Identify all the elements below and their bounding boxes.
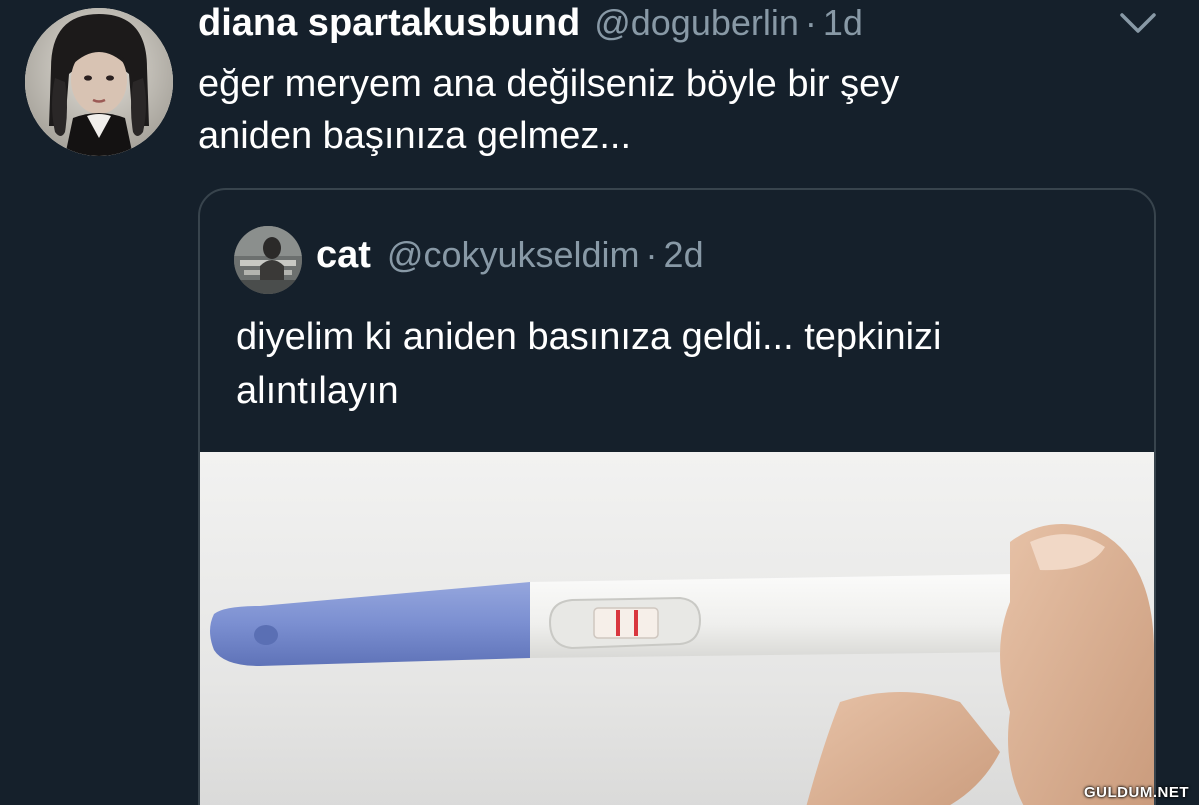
quoted-text-line: alıntılayın: [236, 370, 399, 412]
quoted-user-handle[interactable]: @cokyukseldim: [387, 234, 640, 276]
user-avatar[interactable]: [25, 8, 173, 156]
display-name[interactable]: diana spartakusbund: [198, 2, 580, 45]
chevron-down-icon[interactable]: [1118, 10, 1158, 36]
quoted-media-image[interactable]: [200, 452, 1154, 805]
pregnancy-test-photo: [200, 452, 1154, 805]
quoted-display-name[interactable]: cat: [316, 234, 371, 277]
user-handle[interactable]: @doguberlin: [594, 2, 799, 44]
tweet-text: eğer meryem ana değilseniz böyle bir şey…: [198, 58, 1118, 162]
quoted-user-avatar[interactable]: [234, 226, 302, 294]
quoted-tweet-timestamp[interactable]: 2d: [664, 234, 704, 276]
quoted-avatar-image: [234, 226, 302, 294]
quoted-tweet-header: cat @cokyukseldim · 2d: [316, 234, 704, 284]
tweet: diana spartakusbund @doguberlin · 1d eğe…: [0, 0, 1199, 805]
avatar-portrait-image: [25, 8, 173, 156]
separator-dot: ·: [645, 234, 658, 275]
site-watermark: GULDUM.NET: [1084, 784, 1189, 801]
quoted-text-line: diyelim ki aniden basınıza geldi... tepk…: [236, 316, 942, 358]
tweet-header: diana spartakusbund @doguberlin · 1d: [198, 2, 863, 48]
quoted-tweet-text: diyelim ki aniden basınıza geldi... tepk…: [236, 310, 1116, 418]
tweet-text-line: aniden başınıza gelmez...: [198, 115, 632, 157]
quoted-tweet-card[interactable]: cat @cokyukseldim · 2d diyelim ki aniden…: [198, 188, 1156, 805]
tweet-text-line: eğer meryem ana değilseniz böyle bir şey: [198, 63, 900, 105]
tweet-timestamp[interactable]: 1d: [823, 2, 863, 44]
separator-dot: ·: [804, 2, 817, 43]
